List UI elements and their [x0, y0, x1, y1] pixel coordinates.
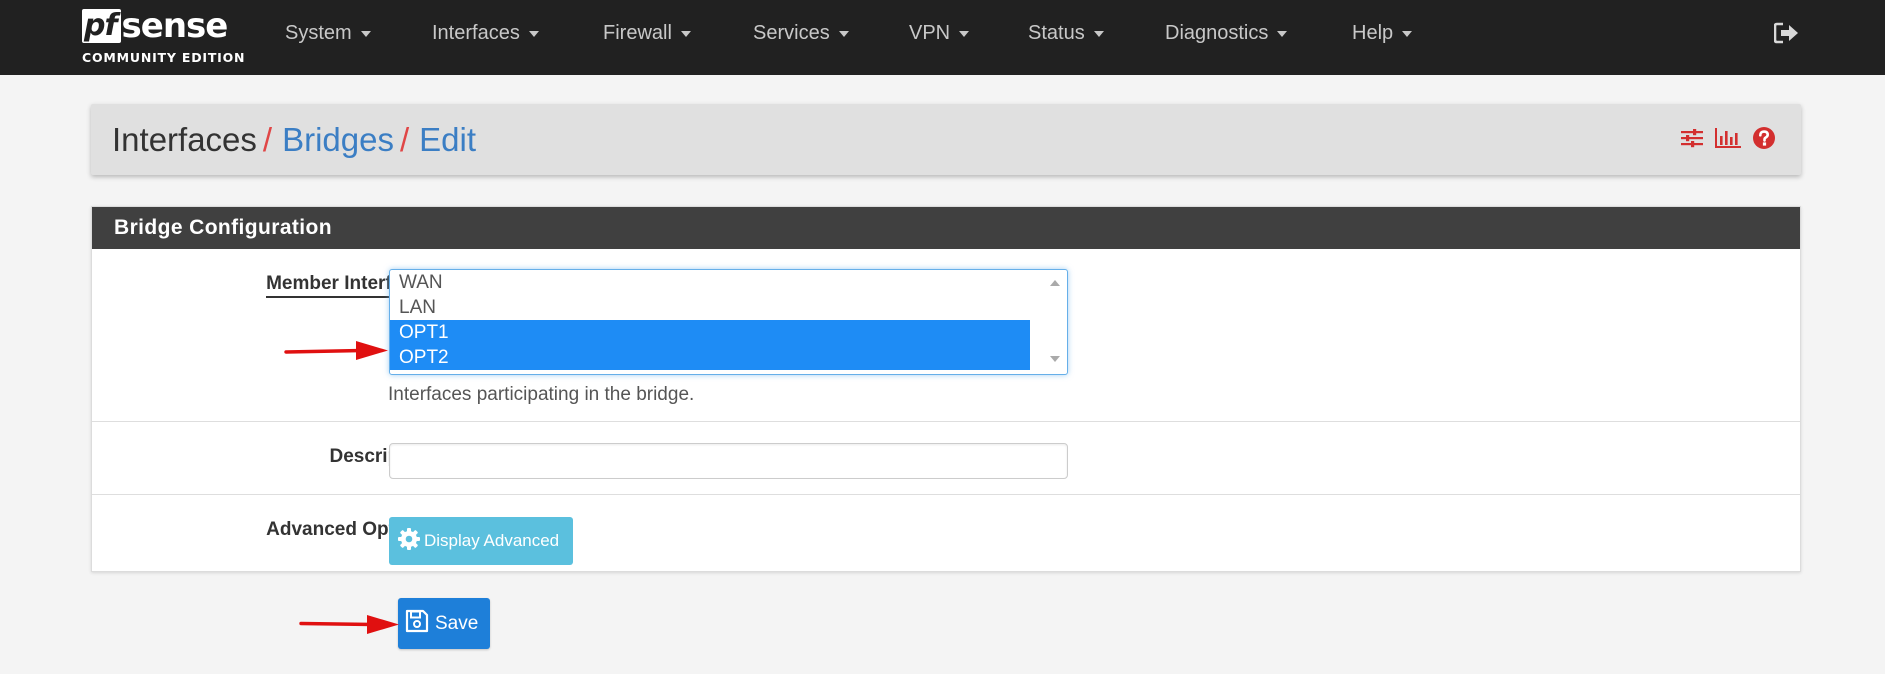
edition-label: COMMUNITY EDITION — [82, 50, 246, 65]
breadcrumb-interfaces: Interfaces — [112, 121, 257, 158]
scroll-down-icon[interactable] — [1050, 356, 1060, 362]
nav-firewall-menu[interactable]: Firewall — [603, 20, 691, 46]
breadcrumb-edit-link[interactable]: Edit — [419, 121, 476, 158]
breadcrumb-separator: / — [262, 121, 273, 158]
scroll-up-icon[interactable] — [1050, 280, 1060, 286]
caret-down-icon — [838, 31, 849, 37]
breadcrumb: Interfaces / Bridges / Edit — [112, 121, 476, 159]
nav-interfaces-menu[interactable]: Interfaces — [432, 20, 539, 46]
panel-header: Bridge Configuration — [92, 207, 1800, 249]
caret-down-icon — [680, 31, 691, 37]
nav-status-menu[interactable]: Status — [1028, 20, 1104, 46]
caret-down-icon — [1277, 31, 1288, 37]
nav-services-menu[interactable]: Services — [753, 20, 849, 46]
bar-chart-icon[interactable] — [1714, 127, 1742, 154]
option-lan[interactable]: LAN — [390, 295, 1030, 320]
row-divider — [92, 494, 1800, 495]
help-circle-icon[interactable] — [1752, 126, 1776, 155]
page-action-icons — [1680, 126, 1776, 155]
save-icon — [405, 609, 429, 638]
red-arrow-annotation — [284, 341, 388, 360]
option-opt1[interactable]: OPT1 — [390, 320, 1030, 345]
option-opt2[interactable]: OPT2 — [390, 345, 1030, 370]
caret-down-icon — [360, 31, 371, 37]
caret-down-icon — [1093, 31, 1104, 37]
pfsense-logo[interactable]: pf sense COMMUNITY EDITION — [82, 6, 246, 68]
sliders-icon[interactable] — [1680, 128, 1704, 153]
option-wan[interactable]: WAN — [390, 270, 1030, 295]
breadcrumb-panel: Interfaces / Bridges / Edit — [91, 104, 1801, 175]
caret-down-icon — [528, 31, 539, 37]
caret-down-icon — [1402, 31, 1413, 37]
save-label: Save — [435, 612, 479, 634]
top-navbar: pf sense COMMUNITY EDITION System Interf… — [0, 0, 1885, 75]
logo-prefix: pf — [82, 9, 121, 43]
breadcrumb-separator: / — [399, 121, 410, 158]
member-interfaces-select[interactable]: WAN LAN OPT1 OPT2 — [389, 269, 1068, 375]
nav-diagnostics-menu[interactable]: Diagnostics — [1165, 20, 1288, 46]
breadcrumb-bridges-link[interactable]: Bridges — [282, 121, 394, 158]
nav-vpn-menu[interactable]: VPN — [909, 20, 970, 46]
panel-title: Bridge Configuration — [114, 216, 332, 239]
description-input[interactable] — [389, 443, 1068, 479]
sign-out-icon[interactable] — [1773, 22, 1800, 44]
caret-down-icon — [959, 31, 970, 37]
gear-icon — [397, 527, 421, 556]
save-button[interactable]: Save — [398, 598, 490, 649]
bridge-config-panel: Bridge Configuration Member Interfaces W… — [91, 206, 1801, 572]
red-arrow-annotation — [299, 615, 399, 634]
logo-main: sense — [121, 6, 229, 46]
display-advanced-button[interactable]: Display Advanced — [389, 517, 573, 565]
nav-system-menu[interactable]: System — [285, 20, 371, 46]
row-divider — [92, 421, 1800, 422]
display-advanced-label: Display Advanced — [424, 531, 560, 550]
nav-help-menu[interactable]: Help — [1352, 20, 1413, 46]
member-interfaces-help: Interfaces participating in the bridge. — [388, 384, 695, 405]
